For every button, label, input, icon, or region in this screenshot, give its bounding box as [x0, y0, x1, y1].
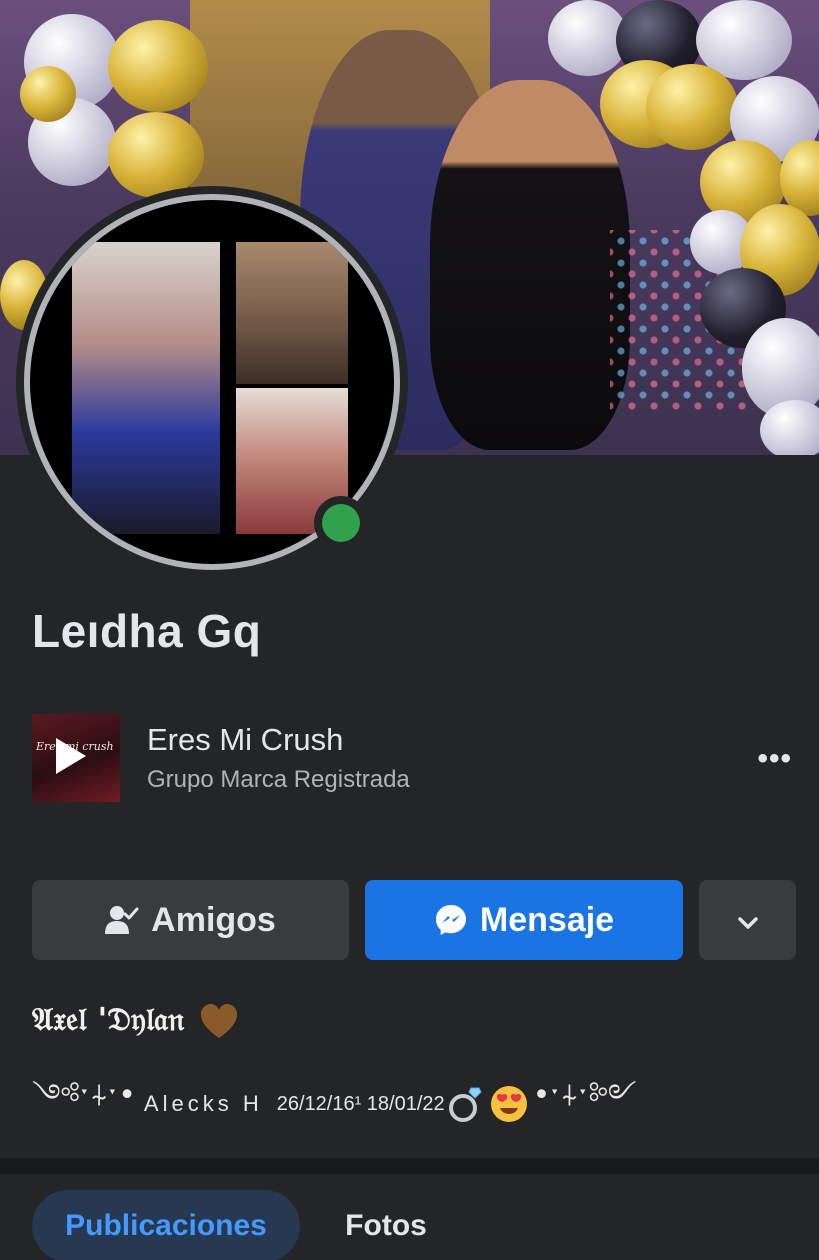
play-icon[interactable] [56, 738, 86, 774]
ring-icon [445, 1084, 485, 1124]
song-title: Eres Mi Crush [147, 722, 344, 757]
song-cover-art[interactable]: Eres mi crush [32, 714, 120, 802]
bio-text: Alecks H [143, 1091, 263, 1116]
section-divider [0, 1158, 819, 1174]
friends-check-icon [105, 905, 139, 935]
message-button[interactable]: Mensaje [365, 880, 683, 960]
chevron-down-icon [736, 901, 760, 940]
balloon [646, 64, 738, 150]
online-status-indicator [314, 496, 368, 550]
bio-line-2: ༺ˑ⍭ˑ• Alecks H 26/12/16¹ 18/01/22 •ˑ⍭ˑ༻ [32, 1062, 637, 1146]
tab-posts[interactable]: Publicaciones [32, 1190, 300, 1260]
bio-ornament-left: ༺ˑ⍭ˑ• [32, 1078, 136, 1113]
collage-photo [72, 242, 220, 534]
profile-song[interactable]: Eres mi crush Eres Mi Crush Grupo Marca … [32, 714, 792, 802]
balloon [760, 400, 819, 455]
brown-heart-icon [199, 1002, 239, 1042]
collage-photo [236, 242, 348, 384]
profile-name: Leıdha Gq [32, 605, 262, 657]
balloon [108, 20, 208, 112]
message-label: Mensaje [479, 900, 615, 939]
tab-photos[interactable]: Fotos [316, 1190, 456, 1260]
song-artist: Grupo Marca Registrada [147, 766, 410, 793]
friends-label: Amigos [151, 900, 276, 939]
more-options-icon[interactable]: ••• [757, 742, 792, 776]
more-actions-button[interactable] [699, 880, 796, 960]
cover-person [430, 80, 630, 450]
bio-dates: 26/12/16¹ 18/01/22 [276, 1092, 445, 1115]
messenger-icon [434, 903, 468, 937]
bio-name-text: 𝔄𝔵𝔢𝔩 '𝔇𝔶𝔩𝔞𝔫 [32, 1000, 185, 1038]
bio-line-1: 𝔄𝔵𝔢𝔩 '𝔇𝔶𝔩𝔞𝔫 [32, 1000, 239, 1042]
balloon [20, 66, 76, 122]
balloon [108, 112, 204, 198]
heart-eyes-face-icon [489, 1084, 529, 1124]
bio-ornament-right: •ˑ⍭ˑ༻ [532, 1078, 637, 1113]
friends-button[interactable]: Amigos [32, 880, 349, 960]
